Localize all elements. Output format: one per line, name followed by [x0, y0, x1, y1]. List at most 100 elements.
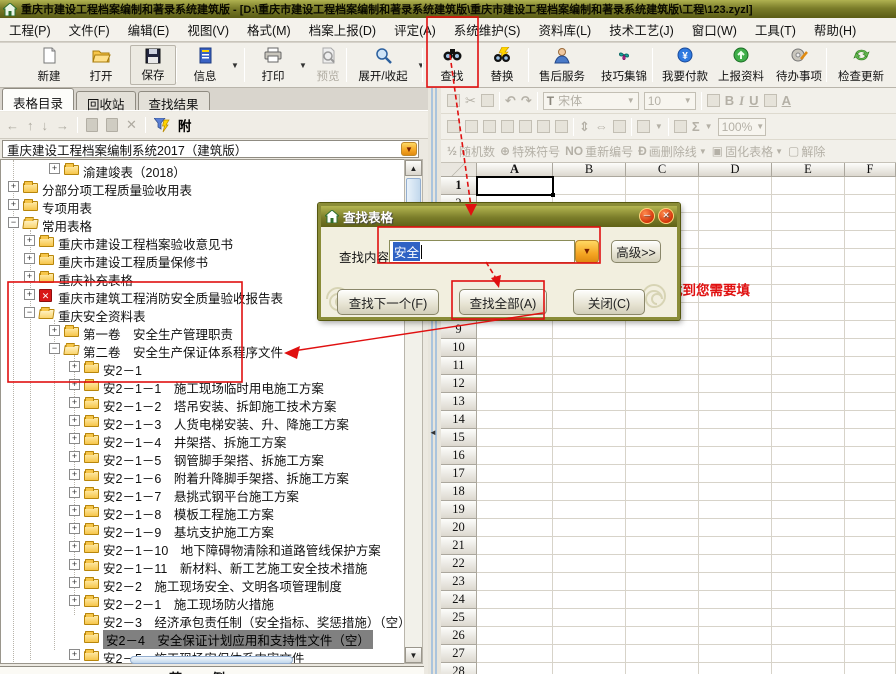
cell-E23[interactable] [772, 573, 845, 591]
row-header-26[interactable]: 26 [441, 627, 477, 645]
menu-item-11[interactable]: 工具(T) [746, 17, 805, 42]
chevron-down-icon[interactable]: ▼ [401, 142, 417, 156]
cell-F10[interactable] [845, 339, 896, 357]
cell-D23[interactable] [699, 573, 772, 591]
filter-icon[interactable] [154, 118, 170, 133]
cell-C27[interactable] [626, 645, 699, 663]
cell-C1[interactable] [626, 177, 699, 195]
chevron-down-icon[interactable]: ▼ [231, 61, 239, 70]
tips-button[interactable]: 技巧集锦 [596, 45, 652, 85]
chevron-down-icon[interactable]: ▼ [417, 61, 425, 70]
tree-item[interactable]: +安2－1－1 施工现场临时用电施工方案 [1, 376, 404, 394]
grid-corner-cell[interactable] [441, 163, 477, 177]
menu-item-6[interactable]: 评定(A) [385, 17, 445, 42]
advanced-button[interactable]: 高级>> [611, 240, 661, 263]
tree-item[interactable]: +安2－1－11 新材料、新工艺施工安全技术措施 [1, 556, 404, 574]
row-header-13[interactable]: 13 [441, 393, 477, 411]
expand-plus-icon[interactable]: + [69, 649, 80, 660]
cell-E14[interactable] [772, 411, 845, 429]
save-button[interactable]: 保存 [130, 45, 176, 85]
tree-item[interactable]: +安2－1－4 井架搭、拆施工方案 [1, 430, 404, 448]
cell-D21[interactable] [699, 537, 772, 555]
horizontal-scrollbar-thumb[interactable] [130, 656, 293, 664]
cell-B22[interactable] [553, 555, 626, 573]
expand-plus-icon[interactable]: + [69, 361, 80, 372]
cell-B9[interactable] [553, 321, 626, 339]
dialog-close-icon[interactable]: ✕ [658, 208, 674, 224]
cell-E20[interactable] [772, 519, 845, 537]
tree-item[interactable]: +安2－1－10 地下障碍物清除和道路管线保护方案 [1, 538, 404, 556]
menu-item-10[interactable]: 窗口(W) [683, 17, 746, 42]
cell-F4[interactable] [845, 231, 896, 249]
column-header-C[interactable]: C [626, 163, 699, 177]
row-header-28[interactable]: 28 [441, 663, 477, 674]
row-header-12[interactable]: 12 [441, 375, 477, 393]
cell-C14[interactable] [626, 411, 699, 429]
cell-B10[interactable] [553, 339, 626, 357]
expand-plus-icon[interactable]: + [69, 595, 80, 606]
cell-C19[interactable] [626, 501, 699, 519]
cell-E5[interactable] [772, 249, 845, 267]
expand-plus-icon[interactable]: + [49, 325, 60, 336]
cell-E6[interactable] [772, 267, 845, 285]
cell-B21[interactable] [553, 537, 626, 555]
cell-E28[interactable] [772, 663, 845, 674]
cell-D11[interactable] [699, 357, 772, 375]
expand-plus-icon[interactable]: + [24, 289, 35, 300]
expand-plus-icon[interactable]: + [69, 379, 80, 390]
cell-C28[interactable] [626, 663, 699, 674]
menu-item-3[interactable]: 视图(V) [178, 17, 238, 42]
cell-F20[interactable] [845, 519, 896, 537]
cell-A16[interactable] [477, 447, 553, 465]
row-header-18[interactable]: 18 [441, 483, 477, 501]
expand-plus-icon[interactable]: + [24, 235, 35, 246]
window-titlebar[interactable]: 重庆市建设工程档案编制和著录系统建筑版 - [D:\重庆市建设工程档案编制和著录… [0, 0, 896, 18]
collapse-minus-icon[interactable]: − [8, 217, 19, 228]
cell-E2[interactable] [772, 195, 845, 213]
cell-B24[interactable] [553, 591, 626, 609]
expand-plus-icon[interactable]: + [69, 523, 80, 534]
expand-plus-icon[interactable]: + [49, 163, 60, 174]
cell-C13[interactable] [626, 393, 699, 411]
row-header-9[interactable]: 9 [441, 321, 477, 339]
cell-C17[interactable] [626, 465, 699, 483]
cell-A18[interactable] [477, 483, 553, 501]
row-header-25[interactable]: 25 [441, 609, 477, 627]
cell-C23[interactable] [626, 573, 699, 591]
cell-E12[interactable] [772, 375, 845, 393]
expand-plus-icon[interactable]: + [69, 415, 80, 426]
menu-item-12[interactable]: 帮助(H) [805, 17, 865, 42]
cell-D13[interactable] [699, 393, 772, 411]
cell-E15[interactable] [772, 429, 845, 447]
tree-item[interactable]: +安2－2－1 施工现场防火措施 [1, 592, 404, 610]
tree-item[interactable]: +安2－1－2 塔吊安装、拆卸施工技术方案 [1, 394, 404, 412]
expand-plus-icon[interactable]: + [69, 487, 80, 498]
cell-E19[interactable] [772, 501, 845, 519]
tree-item[interactable]: +安2－1－5 钢管脚手架搭、拆施工方案 [1, 448, 404, 466]
cell-D3[interactable] [699, 213, 772, 231]
cell-A15[interactable] [477, 429, 553, 447]
selected-cell-A1[interactable] [476, 176, 554, 196]
cell-D18[interactable] [699, 483, 772, 501]
collapse-panel-icon[interactable]: ◄ [429, 428, 437, 437]
cell-E11[interactable] [772, 357, 845, 375]
expand-plus-icon[interactable]: + [69, 397, 80, 408]
tree-item[interactable]: +安2－1－6 附着升降脚手架搭、拆施工方案 [1, 466, 404, 484]
tree-item[interactable]: +安2－1－8 模板工程施工方案 [1, 502, 404, 520]
cell-F13[interactable] [845, 393, 896, 411]
close-button[interactable]: 关闭(C) [573, 289, 645, 315]
cell-B1[interactable] [553, 177, 626, 195]
cell-E1[interactable] [772, 177, 845, 195]
expand-plus-icon[interactable]: + [69, 433, 80, 444]
expand-plus-icon[interactable]: + [8, 199, 19, 210]
collapse-minus-icon[interactable]: − [24, 307, 35, 318]
cell-F23[interactable] [845, 573, 896, 591]
cell-C21[interactable] [626, 537, 699, 555]
cell-D5[interactable] [699, 249, 772, 267]
cell-B23[interactable] [553, 573, 626, 591]
row-header-11[interactable]: 11 [441, 357, 477, 375]
cell-A26[interactable] [477, 627, 553, 645]
cell-C16[interactable] [626, 447, 699, 465]
cell-D4[interactable] [699, 231, 772, 249]
cell-D12[interactable] [699, 375, 772, 393]
